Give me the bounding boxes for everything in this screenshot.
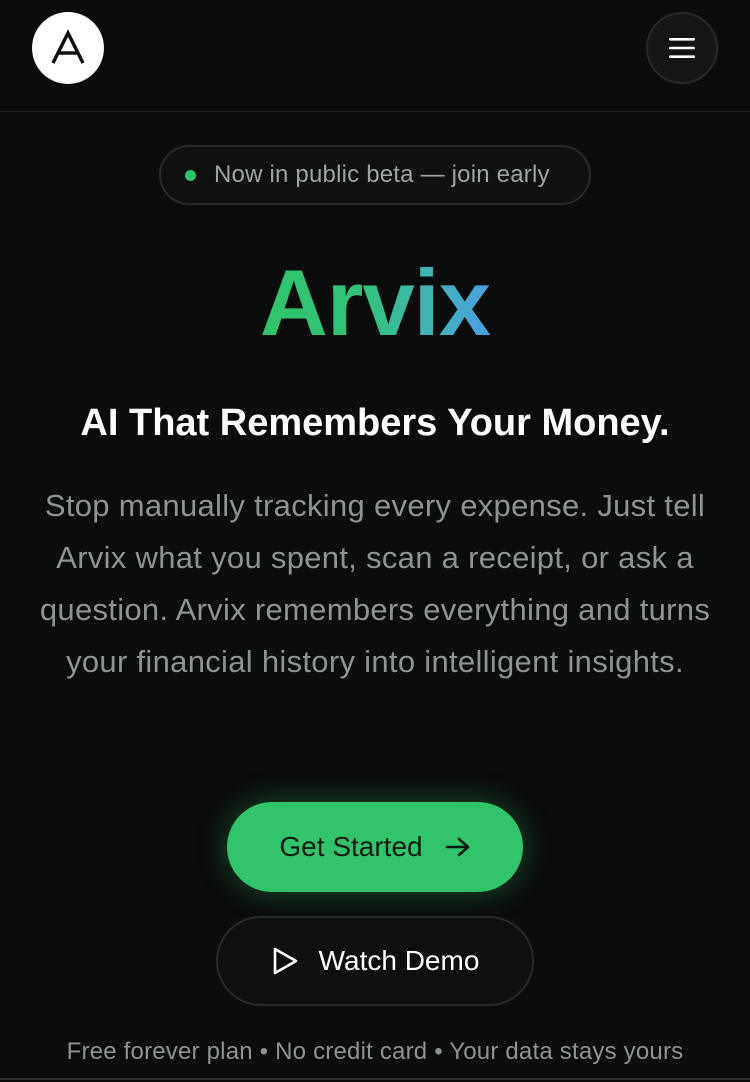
play-icon	[271, 946, 299, 976]
hero-footnote: Free forever plan • No credit card • You…	[66, 1038, 684, 1065]
beta-badge-text: Now in public beta — join early	[214, 161, 550, 188]
get-started-label: Get Started	[279, 831, 423, 862]
hero-description: Stop manually tracking every expense. Ju…	[39, 488, 711, 679]
watch-demo-button[interactable]: Watch Demo	[216, 916, 534, 1006]
top-header	[0, 0, 750, 112]
brand-title-text: Arvix	[259, 250, 491, 355]
divider	[0, 1078, 750, 1080]
get-started-button[interactable]: Get Started	[227, 802, 523, 892]
menu-button[interactable]	[646, 12, 718, 84]
arrow-right-icon	[445, 836, 471, 858]
brand-title: Arvix	[0, 248, 750, 358]
hamburger-menu-icon	[669, 38, 695, 58]
hero-headline: AI That Remembers Your Money.	[80, 402, 670, 444]
status-dot-icon	[185, 169, 196, 181]
logo-a-icon[interactable]	[32, 12, 104, 84]
beta-badge[interactable]: Now in public beta — join early	[159, 145, 591, 205]
watch-demo-label: Watch Demo	[318, 945, 480, 976]
